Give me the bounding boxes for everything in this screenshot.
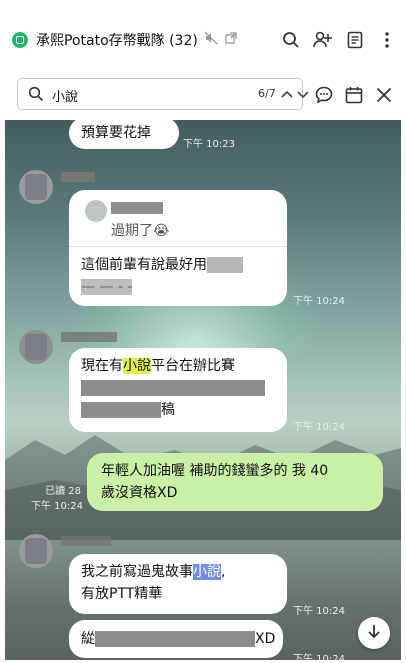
message-text-line2: 歲沒資格XD: [101, 485, 178, 501]
message-text: 年輕人加油喔 補助的錢蠻多的 我 40: [101, 463, 329, 479]
message-text-line2: [81, 377, 275, 399]
chevron-down-icon[interactable]: [296, 85, 312, 103]
quoted-sender: [111, 202, 163, 214]
message-text: 現在有小說平台在辦比賽: [81, 358, 235, 374]
title-row: 承熙Potato存幣戰隊 (32): [12, 28, 238, 52]
chat-header: 承熙Potato存幣戰隊 (32): [0, 0, 406, 80]
search-highlight-current: 小說: [123, 358, 151, 374]
message-bubble[interactable]: 現在有小說平台在辦比賽 稿: [69, 348, 287, 432]
search-icon[interactable]: [280, 28, 302, 52]
search-box[interactable]: 6/7: [17, 78, 309, 110]
message-text: 預算要花掉: [81, 125, 151, 141]
scroll-to-bottom-button[interactable]: [358, 617, 390, 649]
close-icon[interactable]: [373, 82, 395, 108]
message-time: 下午 10:24: [293, 422, 345, 433]
search-result-count: 6/7: [258, 87, 276, 100]
message-text: 我之前寫過鬼故事小說,: [81, 564, 226, 580]
more-icon[interactable]: [376, 28, 398, 52]
notes-icon[interactable]: [344, 28, 366, 52]
message-time: 下午 10:24: [31, 501, 83, 512]
quote-divider: [69, 246, 287, 247]
mute-icon: [204, 31, 218, 49]
chat-message-area[interactable]: 預算要花掉 下午 10:23 過期了😭 這個前輩有說最好用 — — - - 下午…: [5, 120, 401, 660]
redacted-text: [207, 257, 243, 273]
message-time: 下午 10:23: [183, 139, 235, 150]
redacted-text: [81, 402, 161, 418]
search-highlight: 小說: [193, 564, 221, 580]
message-text: 緃 XD: [81, 631, 276, 647]
message-text-line2: — — - -: [81, 279, 133, 295]
sender-name: [61, 172, 95, 182]
message-text-line2: 有放PTT精華: [81, 586, 163, 602]
quoted-message[interactable]: 過期了😭: [79, 198, 279, 244]
message-bubble[interactable]: 緃 XD: [69, 620, 283, 658]
search-input[interactable]: [52, 84, 232, 106]
message-text: 這個前輩有說最好用 — — - -: [81, 254, 281, 298]
arrow-down-icon: [367, 623, 381, 643]
sender-name: [61, 536, 111, 546]
message-search-bar: 6/7: [0, 78, 406, 118]
message-time: 下午 10:24: [293, 296, 345, 307]
chat-icon[interactable]: [313, 82, 335, 108]
avatar[interactable]: [19, 534, 53, 568]
sender-name: [61, 332, 117, 342]
quoted-avatar: [85, 200, 107, 222]
message-time: 下午 10:24: [293, 606, 345, 617]
message-time: 下午 10:24: [293, 654, 345, 660]
message-text-line3: 稿: [81, 399, 275, 421]
message-bubble[interactable]: 我之前寫過鬼故事小說, 有放PTT精華: [69, 554, 287, 614]
header-actions: [280, 28, 398, 52]
my-message-bubble[interactable]: 年輕人加油喔 補助的錢蠻多的 我 40 歲沒資格XD: [87, 453, 383, 511]
redacted-text: [95, 631, 255, 647]
search-row-actions: [313, 82, 395, 108]
redacted-text: [81, 380, 265, 396]
message-bubble[interactable]: 預算要花掉: [69, 120, 179, 149]
avatar[interactable]: [19, 330, 53, 364]
chat-title[interactable]: 承熙Potato存幣戰隊 (32): [36, 30, 198, 50]
search-icon: [28, 86, 44, 106]
read-receipt: 已讀 28: [45, 486, 81, 497]
add-friend-icon[interactable]: [312, 28, 334, 52]
quoted-text: 過期了😭: [111, 223, 170, 239]
avatar[interactable]: [19, 170, 53, 204]
chevron-up-icon[interactable]: [280, 85, 296, 103]
external-window-icon[interactable]: [224, 31, 238, 49]
calendar-icon[interactable]: [343, 82, 365, 108]
group-icon: [12, 32, 28, 48]
reply-message-bubble[interactable]: 過期了😭 這個前輩有說最好用 — — - -: [69, 190, 287, 306]
